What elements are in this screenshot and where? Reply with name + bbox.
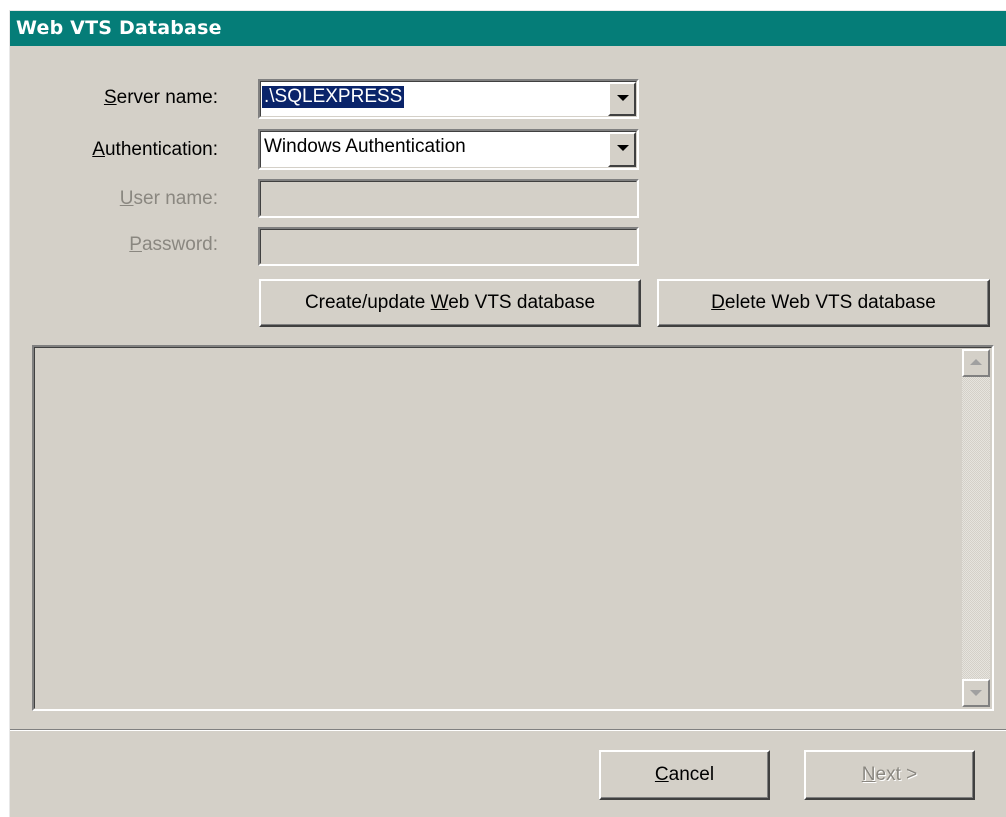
- authentication-combobox[interactable]: Windows Authentication: [258, 129, 639, 170]
- scroll-down-arrow-icon: [970, 690, 982, 696]
- server-name-combobox[interactable]: .\SQLEXPRESS: [258, 79, 639, 119]
- user-name-field[interactable]: [258, 179, 639, 218]
- next-label: Next >: [861, 764, 918, 785]
- password-field[interactable]: [258, 227, 639, 266]
- scroll-down-button[interactable]: [962, 679, 990, 707]
- cancel-button[interactable]: Cancel: [599, 750, 770, 800]
- log-output-area[interactable]: [32, 345, 994, 711]
- cancel-label: Cancel: [654, 764, 715, 785]
- delete-label: Delete Web VTS database: [711, 292, 936, 313]
- title-bar: Web VTS Database: [10, 11, 1006, 46]
- authentication-dropdown-button[interactable]: [608, 132, 636, 167]
- delete-database-button[interactable]: Delete Web VTS database: [657, 279, 990, 327]
- chevron-down-icon: [617, 95, 629, 101]
- vertical-scrollbar[interactable]: [962, 349, 990, 707]
- server-name-label: Server name:: [103, 87, 218, 108]
- scroll-up-button[interactable]: [962, 349, 990, 377]
- window-title: Web VTS Database: [16, 17, 222, 39]
- create-update-database-button[interactable]: Create/update Web VTS database: [259, 279, 641, 327]
- scroll-up-arrow-icon: [970, 359, 982, 365]
- authentication-label: Authentication:: [92, 139, 218, 160]
- password-label: Password:: [129, 234, 218, 255]
- chevron-down-icon: [617, 145, 629, 151]
- footer-separator: [10, 729, 1006, 731]
- wizard-window: Web VTS Database Server name: .\SQLEXPRE…: [9, 10, 1006, 817]
- user-name-label: User name:: [119, 188, 218, 209]
- server-name-value[interactable]: .\SQLEXPRESS: [262, 86, 405, 108]
- next-button[interactable]: Next >: [804, 750, 975, 800]
- server-name-dropdown-button[interactable]: [608, 82, 636, 116]
- create-update-label: Create/update Web VTS database: [304, 292, 596, 313]
- authentication-value[interactable]: Windows Authentication: [264, 136, 466, 158]
